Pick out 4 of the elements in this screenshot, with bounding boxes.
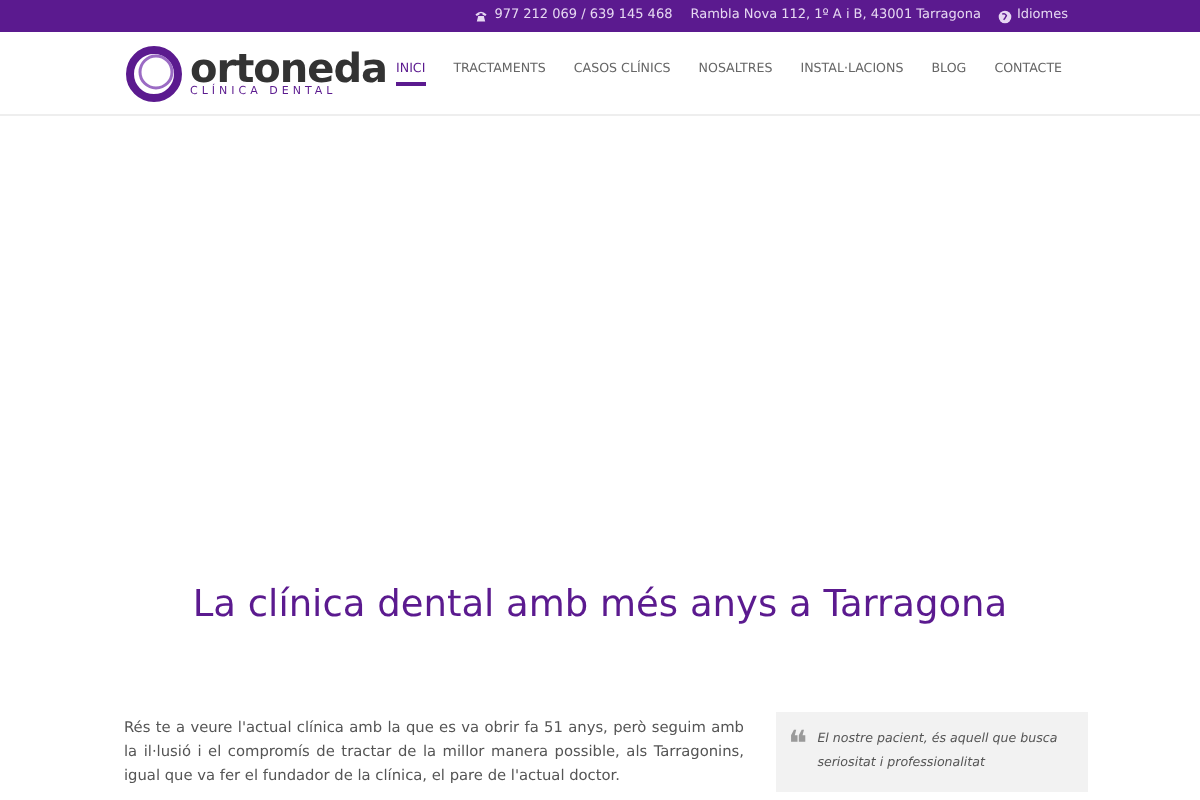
section-heading: La clínica dental amb més anys a Tarragona: [190, 588, 1010, 625]
quote-icon: ❝: [788, 727, 808, 791]
phone-icon: [474, 10, 489, 22]
logo-ring-icon: [124, 43, 184, 103]
